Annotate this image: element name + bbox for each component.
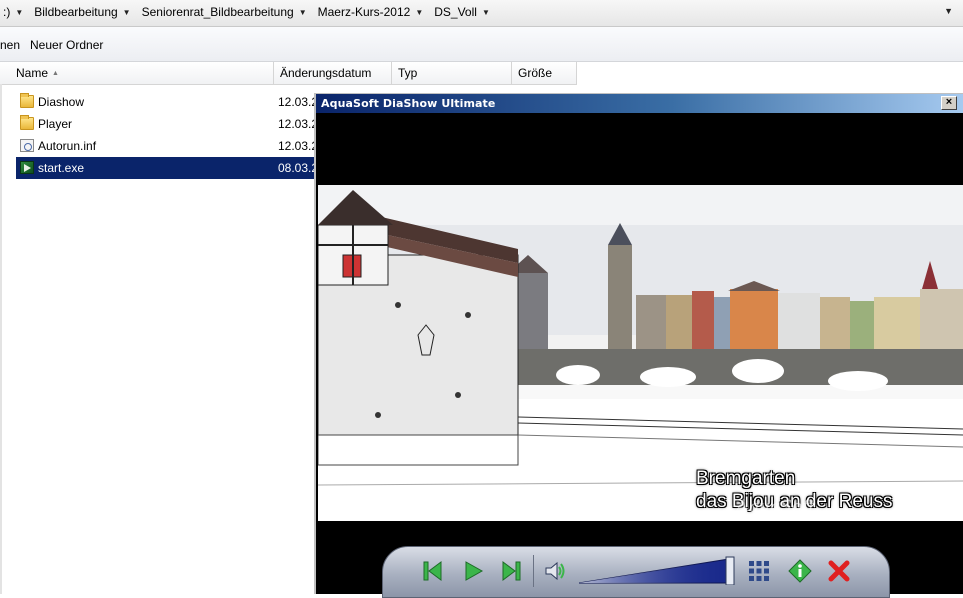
- command-toolbar: nen Neuer Ordner: [0, 27, 963, 62]
- next-icon[interactable]: [499, 559, 523, 583]
- chevron-down-icon[interactable]: ▼: [121, 8, 139, 17]
- column-type[interactable]: Typ: [392, 62, 512, 84]
- play-icon[interactable]: [461, 559, 485, 583]
- column-name-label: Name: [16, 66, 49, 80]
- file-date: 12.03.2: [278, 95, 319, 109]
- breadcrumb-ds-voll[interactable]: DS_Voll: [431, 5, 480, 19]
- settings-file-icon: [20, 139, 34, 152]
- file-date: 08.03.2: [278, 161, 319, 175]
- file-name: start.exe: [38, 161, 85, 175]
- previous-icon[interactable]: [421, 559, 445, 583]
- list-item[interactable]: Player 12.03.2: [16, 113, 319, 135]
- exe-icon: [20, 161, 34, 174]
- file-name: Player: [38, 117, 73, 131]
- list-item[interactable]: Diashow 12.03.2: [16, 91, 319, 113]
- chevron-down-icon[interactable]: ▼: [13, 8, 31, 17]
- grid-overview-icon[interactable]: [747, 559, 771, 583]
- breadcrumb-drive[interactable]: :): [0, 5, 13, 19]
- chevron-down-icon[interactable]: ▼: [413, 8, 431, 17]
- sort-ascending-icon: ▲: [52, 70, 59, 77]
- column-name[interactable]: Name ▲: [10, 62, 274, 84]
- divider: [0, 84, 2, 594]
- breadcrumb-bildbearbeitung[interactable]: Bildbearbeitung: [31, 5, 120, 19]
- new-folder-button[interactable]: Neuer Ordner: [30, 38, 103, 52]
- title-bar[interactable]: AquaSoft DiaShow Ultimate ×: [316, 94, 963, 113]
- file-date: 12.03.2: [278, 139, 319, 153]
- address-history-dropdown-icon[interactable]: ▼: [944, 6, 953, 16]
- slideshow-player-window: AquaSoft DiaShow Ultimate × Bremgarten d…: [314, 93, 963, 598]
- divider: [533, 555, 534, 587]
- close-x-icon[interactable]: [827, 559, 851, 583]
- list-item[interactable]: Autorun.inf 12.03.2: [16, 135, 319, 157]
- volume-slider[interactable]: [579, 555, 735, 585]
- aquasoft-watermark-logo: AquaSoft: [736, 497, 816, 517]
- column-date[interactable]: Änderungsdatum: [274, 62, 392, 84]
- column-header-row: Name ▲ Änderungsdatum Typ Größe: [0, 62, 577, 85]
- close-button[interactable]: ×: [941, 96, 957, 110]
- chevron-down-icon[interactable]: ▼: [297, 8, 315, 17]
- file-name: Diashow: [38, 95, 85, 109]
- breadcrumb: :) ▼ Bildbearbeitung ▼ Seniorenrat_Bildb…: [0, 5, 498, 19]
- file-name: Autorun.inf: [38, 139, 97, 153]
- breadcrumb-maerz-kurs[interactable]: Maerz-Kurs-2012: [315, 5, 414, 19]
- speaker-icon[interactable]: [543, 559, 567, 583]
- playback-control-bar: [382, 546, 890, 598]
- file-date: 12.03.2: [278, 117, 319, 131]
- list-item-selected[interactable]: start.exe 08.03.2: [16, 157, 319, 179]
- chevron-down-icon[interactable]: ▼: [480, 8, 498, 17]
- column-size[interactable]: Größe: [512, 62, 577, 84]
- window-title: AquaSoft DiaShow Ultimate: [321, 97, 496, 110]
- info-icon[interactable]: [788, 559, 812, 583]
- slide-image: Bremgarten das Bijou an der Reuss: [318, 185, 963, 521]
- folder-icon: [20, 93, 34, 108]
- caption-line-1: Bremgarten: [696, 468, 796, 489]
- volume-handle[interactable]: [725, 556, 735, 585]
- folder-icon: [20, 115, 34, 130]
- breadcrumb-seniorenrat[interactable]: Seniorenrat_Bildbearbeitung: [139, 5, 297, 19]
- toolbar-cut-item[interactable]: nen: [0, 38, 20, 52]
- address-bar[interactable]: :) ▼ Bildbearbeitung ▼ Seniorenrat_Bildb…: [0, 0, 963, 27]
